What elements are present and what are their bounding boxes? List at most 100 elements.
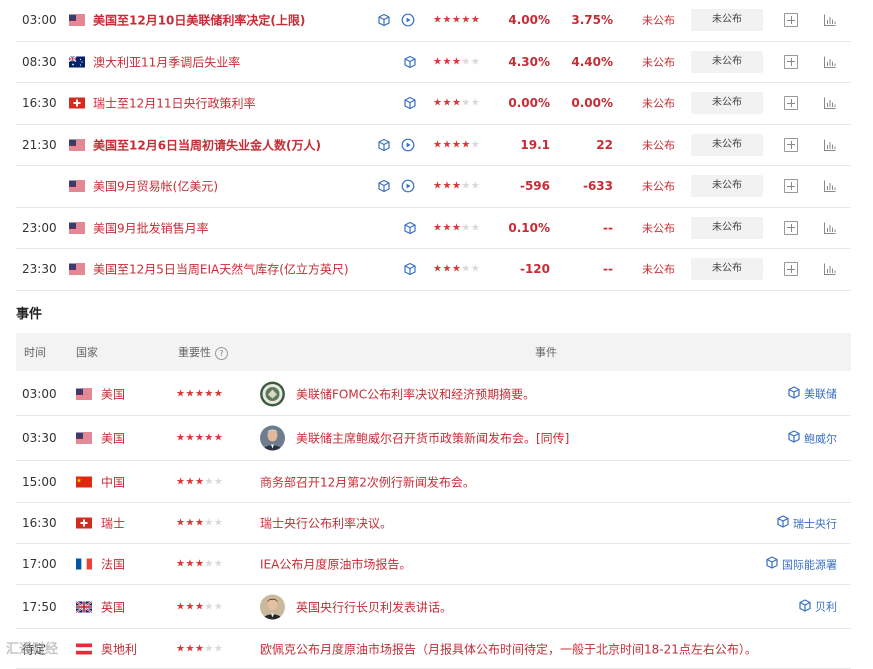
- play-icon[interactable]: [401, 138, 415, 152]
- add-icon[interactable]: [784, 262, 798, 277]
- flag-icon-at: [76, 643, 93, 654]
- status-button[interactable]: 未公布: [691, 175, 763, 198]
- flag-icon-us: [76, 432, 93, 444]
- data-row-time: 23:00: [22, 220, 57, 235]
- chart-icon[interactable]: [823, 138, 837, 152]
- cube-icon[interactable]: [377, 13, 391, 27]
- add-icon[interactable]: [784, 179, 798, 194]
- event-tag-link[interactable]: 鲍威尔: [787, 430, 837, 447]
- event-description: 商务部召开12月第2次例行新闻发布会。: [260, 475, 475, 489]
- speaker-avatar: [260, 425, 285, 451]
- event-tag-label: 鲍威尔: [804, 432, 837, 445]
- importance-stars: ★★★★★: [433, 139, 481, 151]
- indicator-name-link[interactable]: 美国至12月5日当周EIA天然气库存(亿立方英尺): [93, 261, 383, 278]
- chart-icon[interactable]: [823, 179, 837, 193]
- indicator-name-link[interactable]: 美国9月批发销售月率: [93, 219, 383, 236]
- forecast-value: 3.75%: [571, 13, 613, 28]
- previous-value: 4.00%: [508, 13, 550, 28]
- importance-stars: ★★★★★: [433, 56, 481, 68]
- add-icon[interactable]: [784, 54, 798, 69]
- cube-icon[interactable]: [403, 55, 417, 69]
- event-description: 瑞士央行公布利率决议。: [260, 516, 393, 531]
- cube-icon[interactable]: [403, 221, 417, 235]
- chart-icon[interactable]: [823, 221, 837, 235]
- event-tag-link[interactable]: 国际能源署: [765, 556, 837, 573]
- forecast-value: 22: [596, 137, 613, 152]
- help-icon[interactable]: ?: [215, 346, 228, 360]
- flag-icon-ch: [69, 97, 85, 109]
- previous-value: -596: [519, 179, 550, 194]
- status-button[interactable]: 未公布: [691, 258, 763, 281]
- importance-stars: ★★★★★: [433, 14, 481, 26]
- forecast-value: 4.40%: [571, 54, 613, 69]
- chart-icon[interactable]: [823, 55, 837, 69]
- cube-icon[interactable]: [403, 262, 417, 276]
- event-row: 15:00 中国 ★★★★★ 商务部召开12月第2次例行新闻发布会。: [16, 461, 851, 503]
- status-button[interactable]: 未公布: [691, 92, 763, 115]
- status-button[interactable]: 未公布: [691, 50, 763, 73]
- event-row: 17:00 法国 ★★★★★ IEA公布月度原油市场报告。 国际能源署: [16, 544, 851, 585]
- importance-stars: ★★★★★: [176, 643, 224, 654]
- event-country: 美国: [101, 387, 126, 401]
- importance-stars: ★★★★★: [433, 180, 481, 192]
- add-icon[interactable]: [784, 137, 798, 152]
- data-row: 美国9月贸易帐(亿美元) ★★★★★ -596 -633 未公布 未公布: [16, 166, 851, 208]
- indicator-name-link[interactable]: 美国至12月10日美联储利率决定(上限): [93, 12, 383, 29]
- flag-icon-us: [69, 180, 85, 192]
- data-row: 23:30 美国至12月5日当周EIA天然气库存(亿立方英尺) ★★★★★ -1…: [16, 249, 851, 291]
- header-event: 事件: [535, 346, 557, 359]
- data-row: 08:30 澳大利亚11月季调后失业率 ★★★★★ 4.30% 4.40% 未公…: [16, 42, 851, 83]
- data-row: 21:30 美国至12月6日当周初请失业金人数(万人) ★★★★★ 19.1 2…: [16, 125, 851, 166]
- importance-stars: ★★★★★: [433, 222, 481, 234]
- importance-stars: ★★★★★: [433, 97, 481, 109]
- event-time: 15:00: [22, 474, 57, 489]
- event-description: 欧佩克公布月度原油市场报告（月报具体公布时间待定，一般于北京时间18-21点左右…: [260, 642, 757, 656]
- event-row: 16:30 瑞士 ★★★★★ 瑞士央行公布利率决议。 瑞士央行: [16, 503, 851, 544]
- event-country: 奥地利: [101, 642, 138, 656]
- status-button[interactable]: 未公布: [691, 133, 763, 156]
- cube-icon: [776, 515, 790, 532]
- event-description: IEA公布月度原油市场报告。: [260, 557, 412, 572]
- importance-stars: ★★★★★: [176, 517, 224, 529]
- flag-icon-ch: [76, 517, 93, 529]
- event-description: 美联储FOMC公布利率决议和经济预期摘要。: [296, 387, 536, 401]
- event-country: 瑞士: [101, 516, 126, 531]
- event-tag-label: 贝利: [815, 600, 837, 614]
- play-icon[interactable]: [401, 179, 415, 193]
- event-tag-link[interactable]: 瑞士央行: [776, 515, 837, 532]
- chart-icon[interactable]: [823, 13, 837, 27]
- importance-stars: ★★★★★: [176, 432, 224, 444]
- data-row: 16:30 瑞士至12月11日央行政策利率 ★★★★★ 0.00% 0.00% …: [16, 83, 851, 125]
- indicator-name-link[interactable]: 美国至12月6日当周初请失业金人数(万人): [93, 136, 383, 153]
- status-button[interactable]: 未公布: [691, 9, 763, 32]
- indicator-name-link[interactable]: 瑞士至12月11日央行政策利率: [93, 95, 383, 112]
- add-icon[interactable]: [784, 96, 798, 111]
- actual-value: 未公布: [642, 97, 675, 111]
- chart-icon[interactable]: [823, 96, 837, 110]
- cube-icon[interactable]: [377, 138, 391, 152]
- add-icon[interactable]: [784, 220, 798, 235]
- chart-icon[interactable]: [823, 262, 837, 276]
- status-button[interactable]: 未公布: [691, 216, 763, 239]
- event-country: 中国: [101, 475, 126, 489]
- data-row-time: 16:30: [22, 96, 57, 111]
- previous-value: 0.10%: [508, 220, 550, 235]
- forecast-value: --: [603, 220, 613, 235]
- cube-icon[interactable]: [377, 179, 391, 193]
- cube-icon[interactable]: [403, 96, 417, 110]
- importance-stars: ★★★★★: [176, 601, 224, 612]
- indicator-name-link[interactable]: 澳大利亚11月季调后失业率: [93, 53, 383, 70]
- flag-icon-us: [69, 222, 85, 234]
- forecast-value: -633: [582, 179, 613, 194]
- indicator-name-link[interactable]: 美国9月贸易帐(亿美元): [93, 178, 383, 195]
- event-tag-link[interactable]: 美联储: [787, 385, 837, 402]
- add-icon[interactable]: [784, 13, 798, 28]
- event-row: 17:50 英国 ★★★★★ 英国央行行长贝利发表讲话。 贝利: [16, 585, 851, 629]
- fed-seal-avatar: [260, 381, 285, 406]
- previous-value: -120: [519, 262, 550, 277]
- play-icon[interactable]: [401, 13, 415, 27]
- event-tag-link[interactable]: 贝利: [798, 598, 837, 615]
- forecast-value: 0.00%: [571, 96, 613, 111]
- flag-icon-cn: [76, 476, 93, 487]
- speaker-avatar: [260, 594, 285, 619]
